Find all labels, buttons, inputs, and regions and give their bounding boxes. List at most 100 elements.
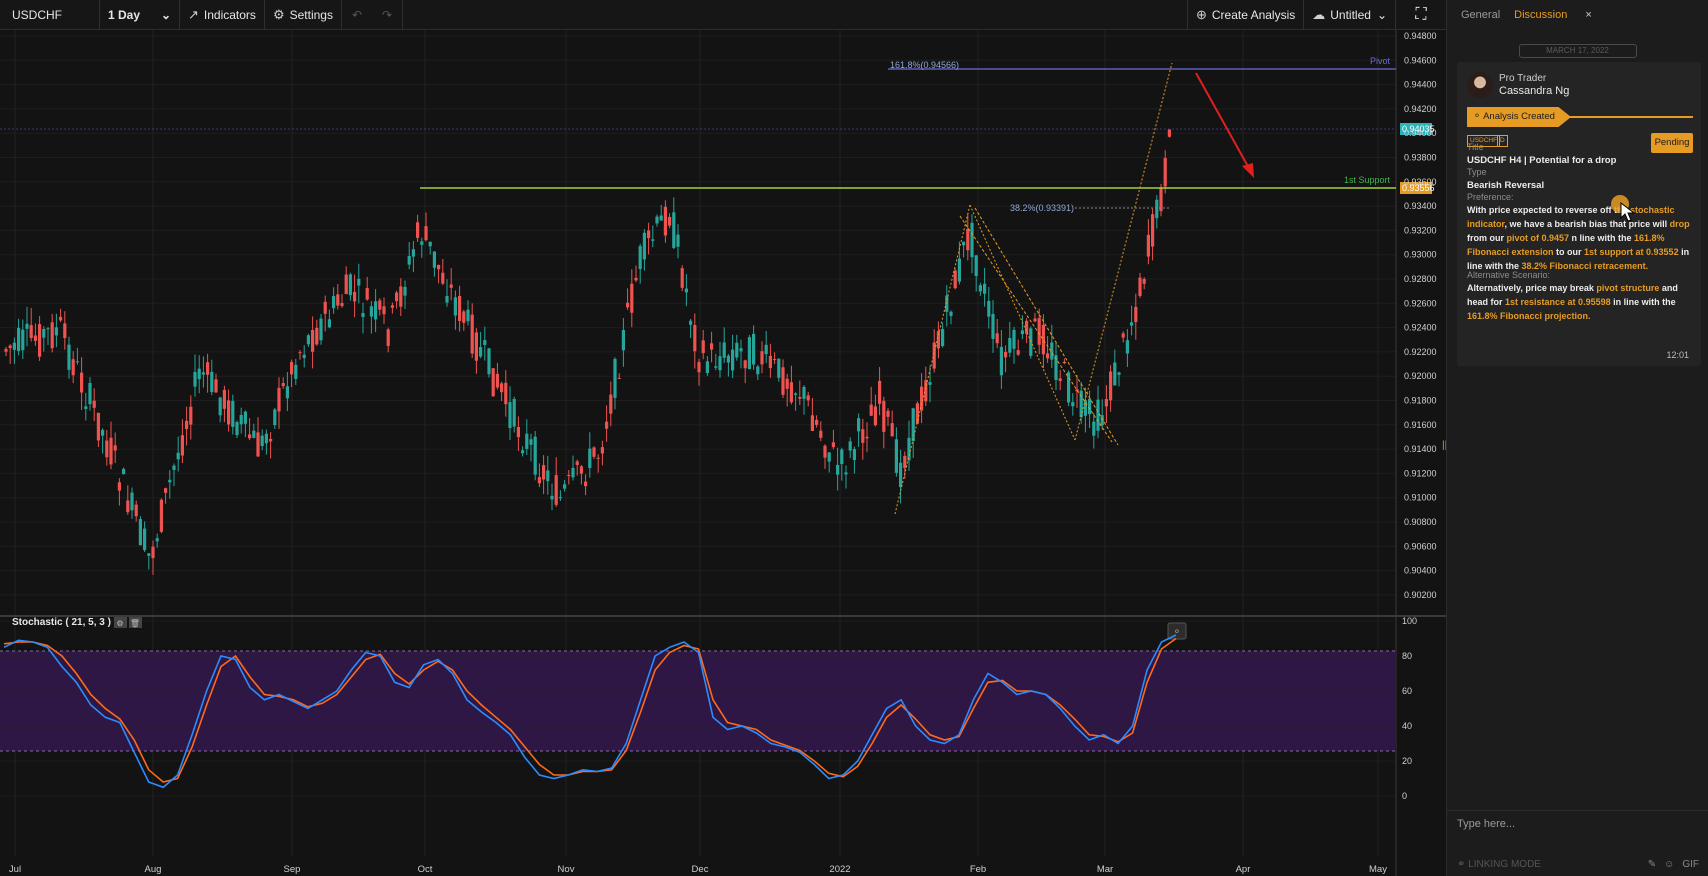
attach-icon[interactable]: ✎	[1648, 859, 1656, 870]
candle-body	[206, 362, 210, 375]
price-tick-label: 0.92600	[1404, 298, 1437, 308]
candle-body	[647, 230, 651, 239]
chart-canvas[interactable]: Pivot 161.8%(0.94566) 1st Support 38.2%(…	[0, 30, 1446, 876]
candle-body	[479, 347, 483, 357]
body-text: in line with the	[1610, 297, 1676, 307]
candle-body	[1012, 329, 1016, 349]
candle-body	[600, 447, 604, 454]
candle-body	[231, 400, 235, 427]
candle-body	[462, 311, 466, 323]
candle-body	[1155, 199, 1159, 219]
body-text: With price expected to reverse off the	[1467, 205, 1630, 215]
indicators-button[interactable]: ↗ Indicators	[180, 0, 265, 29]
price-tick-label: 0.90200	[1404, 590, 1437, 600]
candle-body	[59, 316, 63, 321]
candle-body	[201, 372, 205, 375]
candle-body	[25, 323, 29, 329]
candle-body	[806, 395, 810, 401]
candle-body	[180, 435, 184, 456]
create-analysis-button[interactable]: ⊕ Create Analysis	[1188, 0, 1305, 29]
price-tick-label: 0.91800	[1404, 396, 1437, 406]
avatar[interactable]	[1467, 72, 1493, 98]
redo-button[interactable]: ↷	[372, 0, 404, 29]
candle-body	[890, 423, 894, 437]
price-tick-label: 0.90400	[1404, 566, 1437, 576]
candle-body	[353, 291, 357, 302]
candle-body	[844, 472, 848, 475]
emoji-icon[interactable]: ☺	[1664, 859, 1674, 870]
candle-body	[651, 239, 655, 241]
settings-button[interactable]: ⚙ Settings	[265, 0, 342, 29]
fullscreen-button[interactable]: ⛶	[1396, 0, 1446, 29]
candle-body	[995, 333, 999, 344]
support-label: 1st Support	[1344, 175, 1391, 185]
candle-body	[1146, 234, 1150, 257]
candle-body	[1113, 362, 1117, 386]
layout-name: Untitled	[1330, 7, 1371, 22]
tab-general[interactable]: General	[1461, 9, 1500, 21]
layout-selector[interactable]: ☁ Untitled ⌄	[1304, 0, 1396, 29]
candle-body	[848, 441, 852, 451]
candle-body	[974, 255, 978, 277]
candle-body	[348, 274, 352, 296]
candle-body	[1142, 279, 1146, 284]
tab-discussion[interactable]: Discussion	[1514, 9, 1567, 21]
candle-body	[710, 343, 714, 350]
symbol-label: USDCHF	[12, 7, 62, 22]
gear-icon: ⚙	[116, 619, 123, 628]
candle-body	[46, 328, 50, 330]
alternative-text: Alternatively, price may break pivot str…	[1467, 281, 1693, 323]
pending-badge[interactable]: Pending	[1651, 133, 1693, 153]
candle-body	[689, 320, 693, 325]
message-input[interactable]	[1457, 818, 1697, 830]
preference-text: With price expected to reverse off the s…	[1467, 203, 1693, 273]
candle-body	[416, 222, 420, 238]
candle-body	[949, 311, 953, 316]
message-composer	[1447, 810, 1708, 840]
candle-body	[810, 415, 814, 431]
candle-body	[500, 383, 504, 393]
linking-mode-label: LINKING MODE	[1468, 858, 1541, 870]
candle-body	[542, 465, 546, 480]
highlight-text: pivot structure	[1596, 283, 1660, 293]
candle-body	[752, 333, 756, 365]
candle-body	[50, 322, 54, 349]
candle-body	[823, 445, 827, 458]
candle-body	[865, 436, 869, 439]
symbol-selector[interactable]: USDCHF	[0, 0, 100, 29]
interval-selector[interactable]: 1 Day ⌄	[100, 0, 180, 29]
candle-body	[1109, 371, 1113, 401]
stochastic-tick-label: 60	[1402, 686, 1412, 696]
time-tick-label: Nov	[558, 864, 575, 875]
candle-body	[432, 251, 436, 268]
close-icon[interactable]: ×	[1585, 9, 1591, 21]
candle-body	[537, 477, 541, 484]
candle-body	[84, 406, 88, 409]
candle-body	[390, 305, 394, 308]
candle-body	[1020, 330, 1024, 335]
candle-body	[1121, 333, 1125, 338]
gif-button[interactable]: GIF	[1682, 859, 1699, 870]
redo-icon: ↷	[382, 7, 393, 22]
candle-body	[777, 358, 781, 378]
candle-body	[1167, 129, 1171, 137]
highlight-text: drop	[1669, 219, 1690, 229]
candle-body	[831, 442, 835, 448]
price-tick-label: 0.90600	[1404, 541, 1437, 551]
candle-body	[970, 222, 974, 258]
candle-body	[903, 455, 907, 469]
side-panel: General Discussion × MARCH 17, 2022 Pro …	[1446, 0, 1708, 876]
candle-body	[579, 466, 583, 474]
candle-body	[159, 499, 163, 532]
candle-body	[1008, 337, 1012, 353]
price-chart[interactable]: Pivot 161.8%(0.94566) 1st Support 38.2%(…	[0, 30, 1446, 876]
candle-body	[873, 406, 877, 426]
candle-body	[428, 241, 432, 247]
candle-body	[756, 366, 760, 375]
highlight-text: pivot of 0.9457	[1506, 233, 1570, 243]
undo-button[interactable]: ↶	[342, 0, 372, 29]
linking-mode-toggle[interactable]: ⚭ LINKING MODE	[1457, 859, 1640, 870]
candle-body	[550, 495, 554, 500]
time-tick-label: Mar	[1097, 864, 1113, 875]
stochastic-tick-label: 20	[1402, 756, 1412, 766]
